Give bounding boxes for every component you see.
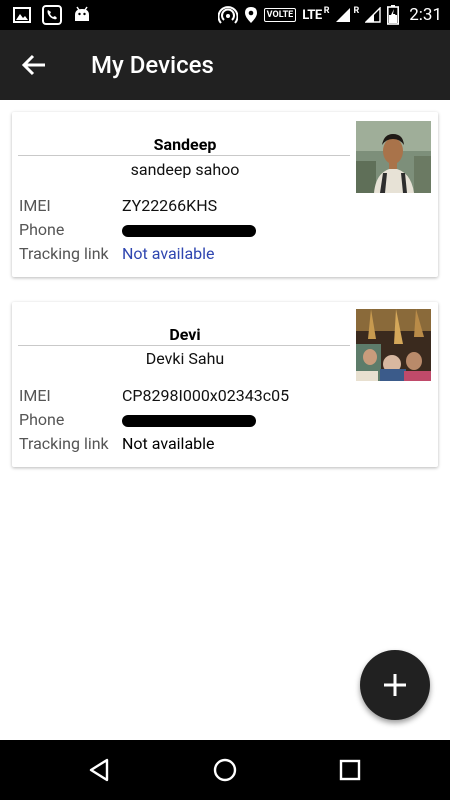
device-name: Sandeep xyxy=(153,135,217,154)
lte-label: LTE xyxy=(302,7,322,23)
add-device-button[interactable] xyxy=(360,650,430,720)
device-owner-name: Devki Sahu xyxy=(145,349,225,368)
tracking-link[interactable]: Not available xyxy=(122,433,215,455)
imei-label: IMEI xyxy=(19,196,51,215)
device-photo[interactable] xyxy=(356,121,431,193)
tracking-label: Tracking link xyxy=(19,244,109,263)
roaming-indicator-2: R xyxy=(353,6,360,16)
tracking-label: Tracking link xyxy=(19,434,109,453)
divider xyxy=(18,155,350,156)
status-bar: VOLTE LTE R R 2:31 xyxy=(0,0,450,30)
location-icon xyxy=(244,7,257,23)
phone-call-icon xyxy=(42,5,62,25)
battery-charging-icon xyxy=(387,5,400,25)
android-icon xyxy=(75,6,89,21)
imei-value: ZY22266KHS xyxy=(122,196,218,215)
divider xyxy=(18,345,350,346)
phone-redacted xyxy=(122,225,256,237)
device-list: Sandeep sandeep sahoo IMEI ZY22266KHS Ph… xyxy=(0,100,450,740)
roaming-indicator: R xyxy=(323,6,330,16)
tracking-link[interactable]: Not available xyxy=(122,243,215,265)
device-card[interactable]: Sandeep sandeep sahoo IMEI ZY22266KHS Ph… xyxy=(12,112,438,277)
image-icon xyxy=(13,7,31,23)
device-photo[interactable] xyxy=(356,309,431,381)
home-circle-icon[interactable] xyxy=(210,755,240,785)
hotspot-icon xyxy=(217,6,238,24)
status-clock: 2:31 xyxy=(409,5,442,25)
device-owner-name: sandeep sahoo xyxy=(130,160,240,179)
plus-icon xyxy=(384,674,406,696)
phone-label: Phone xyxy=(19,220,65,239)
signal-icon-2 xyxy=(365,7,381,23)
page-title: My Devices xyxy=(91,51,214,79)
device-name: Devi xyxy=(169,325,201,344)
system-nav-bar xyxy=(0,740,450,800)
back-triangle-icon[interactable] xyxy=(85,755,115,785)
app-bar: My Devices xyxy=(0,30,450,100)
recents-square-icon[interactable] xyxy=(335,755,365,785)
arrow-back-icon[interactable] xyxy=(18,50,50,80)
signal-icon xyxy=(336,8,351,22)
volte-badge: VOLTE xyxy=(263,8,297,22)
